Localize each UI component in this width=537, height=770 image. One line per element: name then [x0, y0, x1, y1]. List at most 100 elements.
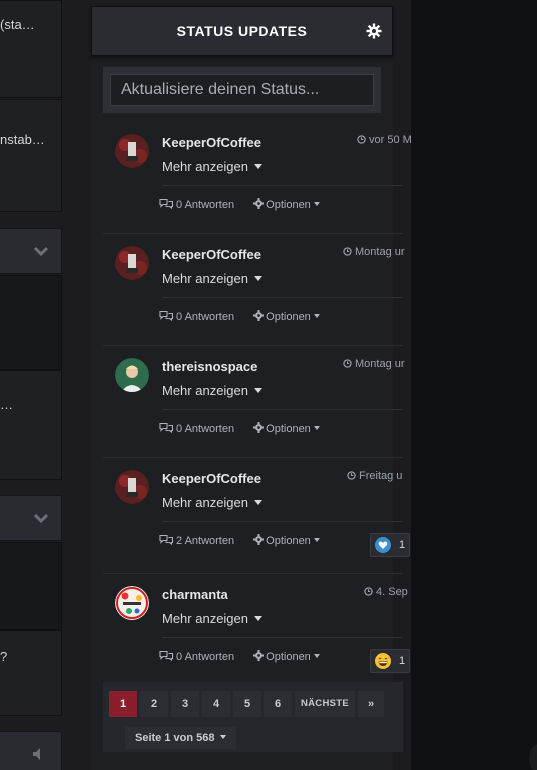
timestamp[interactable]: vor 50 M — [357, 134, 412, 146]
divider — [162, 185, 403, 186]
replies-link[interactable]: 2 Antworten — [159, 534, 234, 547]
clock-icon — [347, 471, 356, 480]
options-menu[interactable]: Optionen — [253, 198, 320, 211]
comments-icon — [159, 422, 174, 434]
page-jump-dropdown[interactable]: Seite 1 von 568 — [125, 727, 236, 749]
options-label: Optionen — [266, 199, 311, 211]
left-card-3[interactable] — [0, 275, 62, 370]
status-actions: 0 Antworten Optionen — [159, 650, 320, 663]
avatar[interactable] — [115, 134, 149, 168]
status-actions: 0 Antworten Optionen — [159, 198, 320, 211]
right-overlay — [411, 0, 537, 770]
divider — [162, 521, 403, 522]
status-item: KeeperOfCoffee Freitag u Mehr anzeigen 2… — [103, 458, 410, 574]
replies-count: 0 Antworten — [176, 423, 235, 435]
page-link-3[interactable]: 3 — [171, 691, 199, 717]
timestamp[interactable]: Freitag u — [347, 470, 402, 482]
options-label: Optionen — [266, 651, 311, 663]
timestamp[interactable]: Montag ur — [343, 358, 405, 370]
options-label: Optionen — [266, 311, 311, 323]
avatar[interactable] — [115, 246, 149, 280]
divider — [162, 297, 403, 298]
status-actions: 0 Antworten Optionen — [159, 310, 320, 323]
widget-title: STATUS UPDATES — [176, 23, 308, 39]
show-more-toggle[interactable]: Mehr anzeigen — [162, 271, 262, 286]
page-of-label: Seite 1 von 568 — [135, 732, 215, 744]
left-section-header — [0, 228, 62, 274]
show-more-toggle[interactable]: Mehr anzeigen — [162, 611, 262, 626]
last-page-button[interactable]: » — [358, 691, 384, 717]
cog-icon — [253, 534, 265, 545]
divider — [162, 637, 403, 638]
chevron-down-icon[interactable] — [33, 243, 49, 259]
page-link-1[interactable]: 1 — [109, 691, 137, 717]
caret-down-icon — [254, 164, 262, 169]
status-feed: KeeperOfCoffee vor 50 M Mehr anzeigen 0 … — [103, 122, 412, 690]
show-more-toggle[interactable]: Mehr anzeigen — [162, 159, 262, 174]
username[interactable]: KeeperOfCoffee — [162, 135, 261, 150]
clock-icon — [364, 587, 373, 596]
page-link-6[interactable]: 6 — [264, 691, 292, 717]
page-link-5[interactable]: 5 — [233, 691, 261, 717]
username[interactable]: thereisnospace — [162, 359, 257, 374]
status-item: KeeperOfCoffee vor 50 M Mehr anzeigen 0 … — [103, 122, 412, 234]
options-menu[interactable]: Optionen — [253, 650, 320, 663]
status-item: KeeperOfCoffee Montag ur Mehr anzeigen 0… — [103, 234, 405, 346]
status-input-wrapper: Aktualisiere deinen Status... — [103, 67, 381, 113]
left-card-4[interactable]: … — [0, 370, 62, 480]
left-column: (sta… nstab… … ? — [0, 0, 62, 770]
username[interactable]: charmanta — [162, 587, 228, 602]
speaker-icon[interactable] — [31, 746, 47, 762]
show-more-toggle[interactable]: Mehr anzeigen — [162, 383, 262, 398]
page-link-2[interactable]: 2 — [140, 691, 168, 717]
replies-link[interactable]: 0 Antworten — [159, 422, 234, 435]
comments-icon — [159, 310, 174, 322]
cog-icon — [253, 422, 265, 433]
left-card-6[interactable]: ? — [0, 630, 62, 716]
reaction-count: 1 — [399, 539, 406, 551]
timestamp[interactable]: Montag ur — [343, 246, 405, 258]
show-more-label: Mehr anzeigen — [162, 495, 248, 510]
options-menu[interactable]: Optionen — [253, 534, 320, 547]
divider — [162, 409, 403, 410]
status-item: thereisnospace Montag ur Mehr anzeigen 0… — [103, 346, 405, 458]
timestamp-text: vor 50 M — [369, 134, 412, 146]
chevron-down-icon[interactable] — [33, 510, 49, 526]
avatar[interactable] — [115, 586, 149, 620]
caret-down-icon — [313, 654, 320, 658]
left-section-header — [0, 731, 62, 770]
caret-down-icon — [313, 202, 320, 206]
reaction-count: 1 — [399, 655, 406, 667]
options-label: Optionen — [266, 423, 311, 435]
replies-link[interactable]: 0 Antworten — [159, 310, 234, 323]
options-menu[interactable]: Optionen — [253, 310, 320, 323]
caret-down-icon — [254, 388, 262, 393]
show-more-label: Mehr anzeigen — [162, 383, 248, 398]
reaction-badge[interactable]: 1 — [370, 649, 410, 673]
cog-icon — [253, 310, 265, 321]
page-list: 1 2 3 4 5 6 NÄCHSTE» — [109, 691, 387, 717]
left-card-2[interactable]: nstab… — [0, 99, 62, 212]
clock-icon — [343, 247, 352, 256]
username[interactable]: KeeperOfCoffee — [162, 247, 261, 262]
avatar[interactable] — [115, 470, 149, 504]
avatar[interactable] — [115, 358, 149, 392]
replies-link[interactable]: 0 Antworten — [159, 198, 234, 211]
comments-icon — [159, 198, 174, 210]
username[interactable]: KeeperOfCoffee — [162, 471, 261, 486]
timestamp-text: Montag ur — [355, 358, 405, 370]
status-input[interactable]: Aktualisiere deinen Status... — [110, 74, 374, 106]
gear-icon[interactable] — [366, 23, 382, 39]
reaction-badge[interactable]: 1 — [370, 533, 410, 557]
left-card-1[interactable]: (sta… — [0, 0, 62, 98]
replies-link[interactable]: 0 Antworten — [159, 650, 234, 663]
options-menu[interactable]: Optionen — [253, 422, 320, 435]
status-updates-widget: STATUS UPDATES Aktualisiere deinen Statu… — [91, 6, 412, 770]
left-card-5[interactable] — [0, 542, 62, 630]
timestamp[interactable]: 4. Sep — [364, 586, 408, 598]
next-page-button[interactable]: NÄCHSTE — [295, 691, 355, 717]
pagination: 1 2 3 4 5 6 NÄCHSTE» Seite 1 von 568 — [103, 682, 403, 752]
show-more-toggle[interactable]: Mehr anzeigen — [162, 495, 262, 510]
page-link-4[interactable]: 4 — [202, 691, 230, 717]
left-card-text: … — [0, 397, 13, 412]
